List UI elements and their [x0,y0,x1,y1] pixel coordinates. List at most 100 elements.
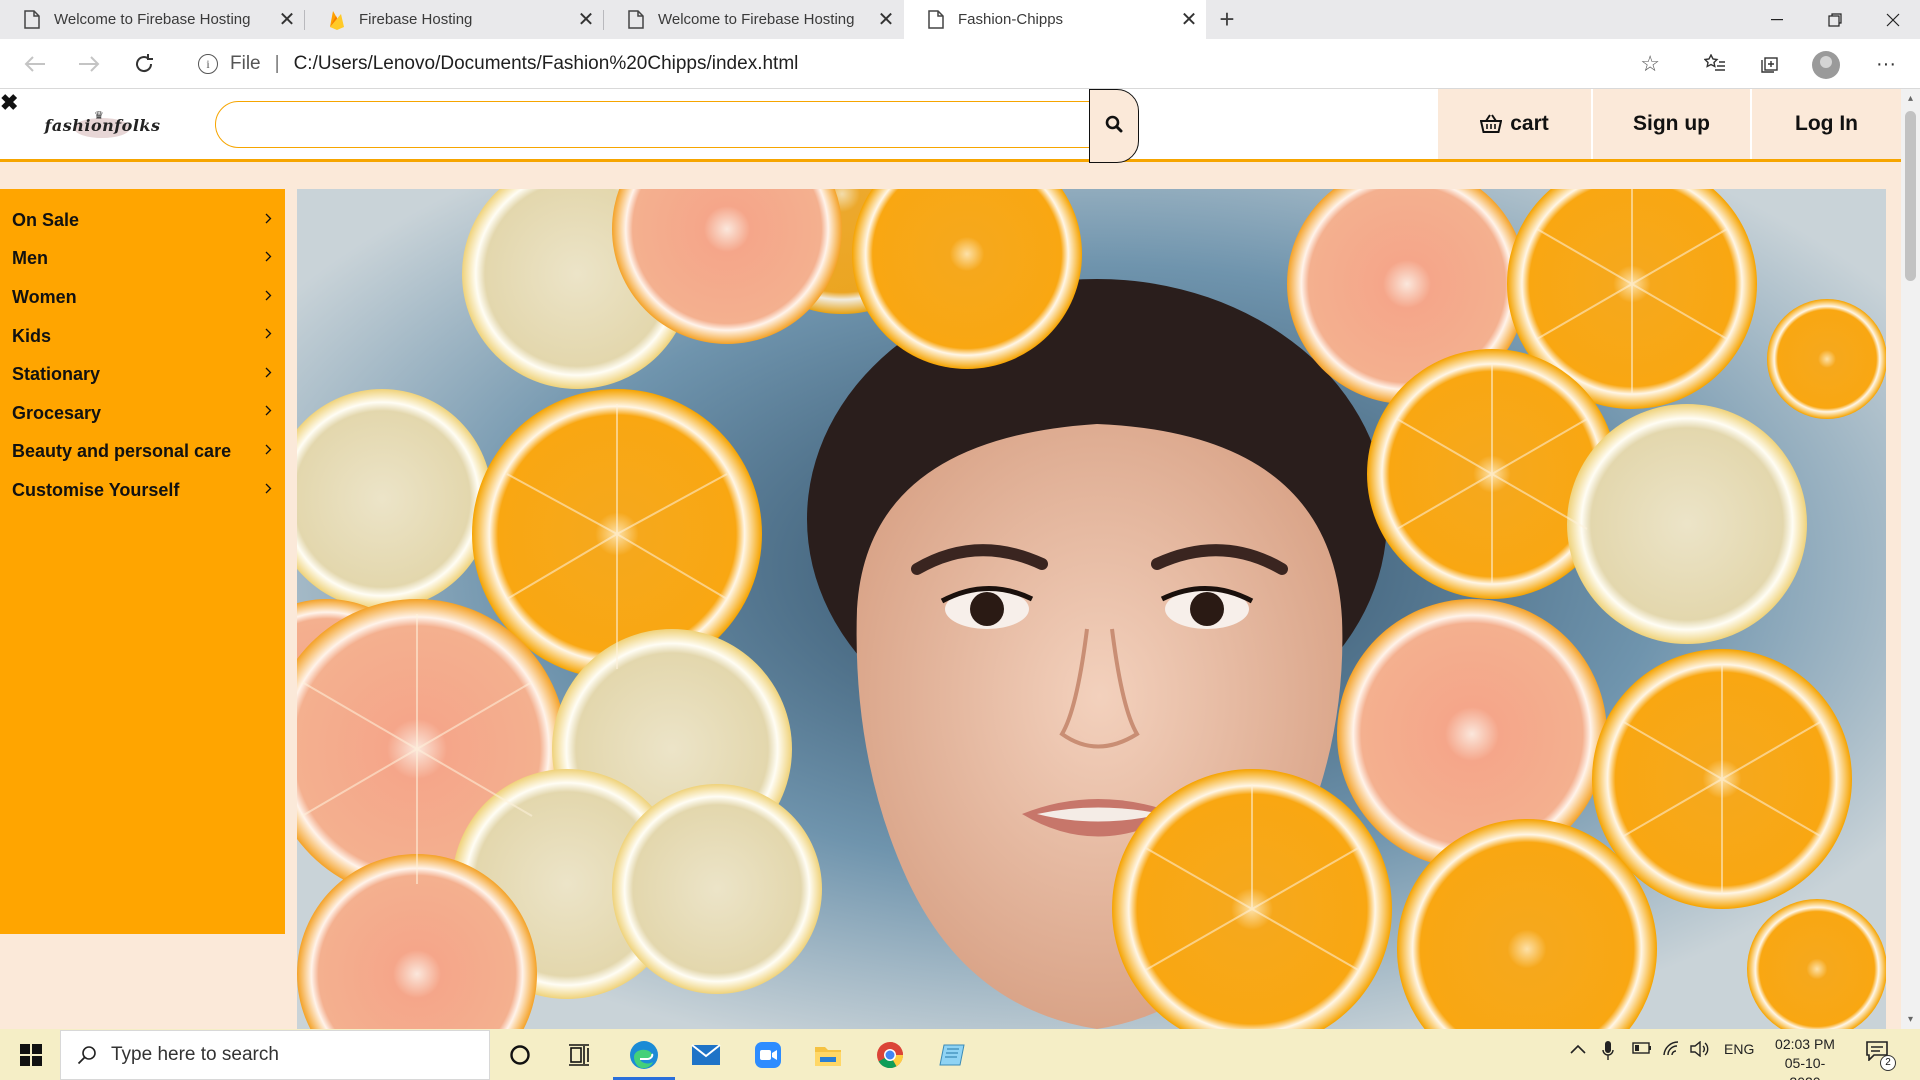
page-icon [926,10,946,30]
sidebar-item-label: Stationary [12,364,101,385]
chevron-right-icon [261,211,275,225]
windows-taskbar: Type here to search ENG 02:03 PM 05-10- … [0,1029,1920,1080]
sidebar-item-label: On Sale [12,209,80,230]
task-view-icon[interactable] [552,1033,608,1077]
sidebar-item-label: Women [12,286,77,307]
sidebar-item-on-sale[interactable]: On Sale [0,201,285,240]
tab-title: Welcome to Firebase Hosting [658,11,855,28]
mail-icon[interactable] [678,1033,734,1077]
close-tab-icon[interactable]: ✕ [270,3,304,37]
chevron-right-icon [261,327,275,341]
sidebar-item-women[interactable]: Women [0,278,285,317]
taskbar-search-box[interactable]: Type here to search [60,1030,490,1080]
chevron-right-icon [261,250,275,264]
chrome-icon[interactable] [862,1033,918,1077]
search-bar [215,101,1092,148]
notepad-icon[interactable] [924,1033,980,1077]
browser-tab-active[interactable]: Fashion-Chipps ✕ [904,0,1206,39]
scroll-down-icon[interactable]: ▾ [1905,1014,1916,1025]
restore-icon[interactable] [1806,0,1864,39]
browser-toolbar: i File | C:/Users/Lenovo/Documents/Fashi… [0,39,1920,89]
logo-text: fashionfolks [44,115,161,135]
sidebar-item-label: Customise Yourself [12,479,180,500]
cortana-icon[interactable] [492,1033,548,1077]
sidebar-item-customise[interactable]: Customise Yourself [0,471,285,510]
category-sidebar: On Sale Men Women Kids Stationary Groces… [0,189,285,934]
clock-time: 02:03 PM [1775,1036,1835,1052]
notification-count-badge: 2 [1880,1055,1896,1071]
cart-label: cart [1510,112,1549,135]
search-button[interactable] [1089,89,1139,163]
sidebar-item-grocesary[interactable]: Grocesary [0,394,285,433]
wifi-icon[interactable] [1662,1041,1682,1062]
back-icon[interactable] [16,45,54,83]
browser-tab[interactable]: Welcome to Firebase Hosting ✕ [604,0,903,39]
browser-tab[interactable]: Welcome to Firebase Hosting ✕ [0,0,304,39]
close-tab-icon[interactable]: ✕ [1172,3,1206,37]
cart-button[interactable]: cart [1438,89,1591,159]
address-divider: | [274,53,280,74]
collections-icon[interactable] [1752,45,1790,83]
taskbar-search-placeholder: Type here to search [111,1044,279,1065]
sidebar-item-label: Men [12,248,48,269]
page-viewport: ✖ ♛ fashionfolks cart Sign up Log In On … [0,89,1901,1029]
more-options-icon[interactable]: ··· [1867,45,1905,83]
scheme-label: File [230,53,261,74]
chevron-right-icon [261,481,275,495]
cart-icon [1480,114,1503,134]
file-explorer-icon[interactable] [800,1033,856,1077]
clock-date: 05-10-2020 [1784,1055,1826,1080]
site-header: ✖ ♛ fashionfolks cart Sign up Log In [0,89,1901,163]
favorites-list-icon[interactable] [1696,45,1734,83]
sidebar-item-kids[interactable]: Kids [0,317,285,356]
close-icon[interactable]: ✖ [0,90,18,116]
login-button[interactable]: Log In [1752,89,1901,159]
page-icon [22,10,42,30]
new-tab-icon[interactable]: + [1210,2,1244,36]
sidebar-item-label: Kids [12,325,52,346]
tab-title: Welcome to Firebase Hosting [54,11,251,28]
edge-browser-icon[interactable] [616,1033,672,1077]
volume-icon[interactable] [1690,1040,1710,1062]
site-logo[interactable]: ♛ fashionfolks [40,109,165,141]
close-window-icon[interactable] [1864,0,1920,39]
tab-title: Firebase Hosting [359,11,473,28]
microphone-icon[interactable] [1602,1041,1614,1066]
profile-avatar-icon[interactable] [1812,51,1840,79]
chevron-right-icon [261,404,275,418]
tab-title: Fashion-Chipps [958,11,1064,28]
browser-tab[interactable]: Firebase Hosting ✕ [305,0,603,39]
sidebar-item-label: Grocesary [12,402,102,423]
sidebar-item-men[interactable]: Men [0,240,285,279]
search-icon [1105,115,1123,138]
chevron-right-icon [261,288,275,302]
browser-tab-strip: Welcome to Firebase Hosting ✕ Firebase H… [0,0,1920,39]
close-tab-icon[interactable]: ✕ [869,3,903,37]
scroll-up-icon[interactable]: ▴ [1905,93,1916,104]
minimize-icon[interactable] [1748,0,1806,39]
chevron-right-icon [261,443,275,457]
scroll-thumb[interactable] [1905,111,1916,281]
battery-icon[interactable] [1632,1041,1652,1059]
windows-start-icon[interactable] [12,1039,50,1071]
sidebar-item-stationary[interactable]: Stationary [0,355,285,394]
system-clock[interactable]: 02:03 PM 05-10-2020 [1770,1035,1840,1080]
chevron-right-icon [261,365,275,379]
search-input[interactable] [215,101,1092,148]
page-scrollbar[interactable]: ▴ ▾ [1901,89,1920,1029]
close-tab-icon[interactable]: ✕ [569,3,603,37]
favorite-star-icon[interactable]: ☆ [1640,51,1660,77]
page-icon [626,10,646,30]
forward-icon[interactable] [70,45,108,83]
refresh-icon[interactable] [125,45,163,83]
search-icon [77,1045,97,1065]
sidebar-item-beauty[interactable]: Beauty and personal care [0,433,285,472]
address-bar[interactable]: i File | C:/Users/Lenovo/Documents/Fashi… [180,46,1680,82]
language-indicator[interactable]: ENG [1724,1041,1754,1057]
hero-image [297,189,1886,1029]
info-icon[interactable]: i [198,54,218,74]
signup-button[interactable]: Sign up [1593,89,1750,159]
url-text[interactable]: C:/Users/Lenovo/Documents/Fashion%20Chip… [294,53,799,75]
zoom-icon[interactable] [740,1033,796,1077]
show-hidden-icons-icon[interactable] [1570,1041,1586,1059]
